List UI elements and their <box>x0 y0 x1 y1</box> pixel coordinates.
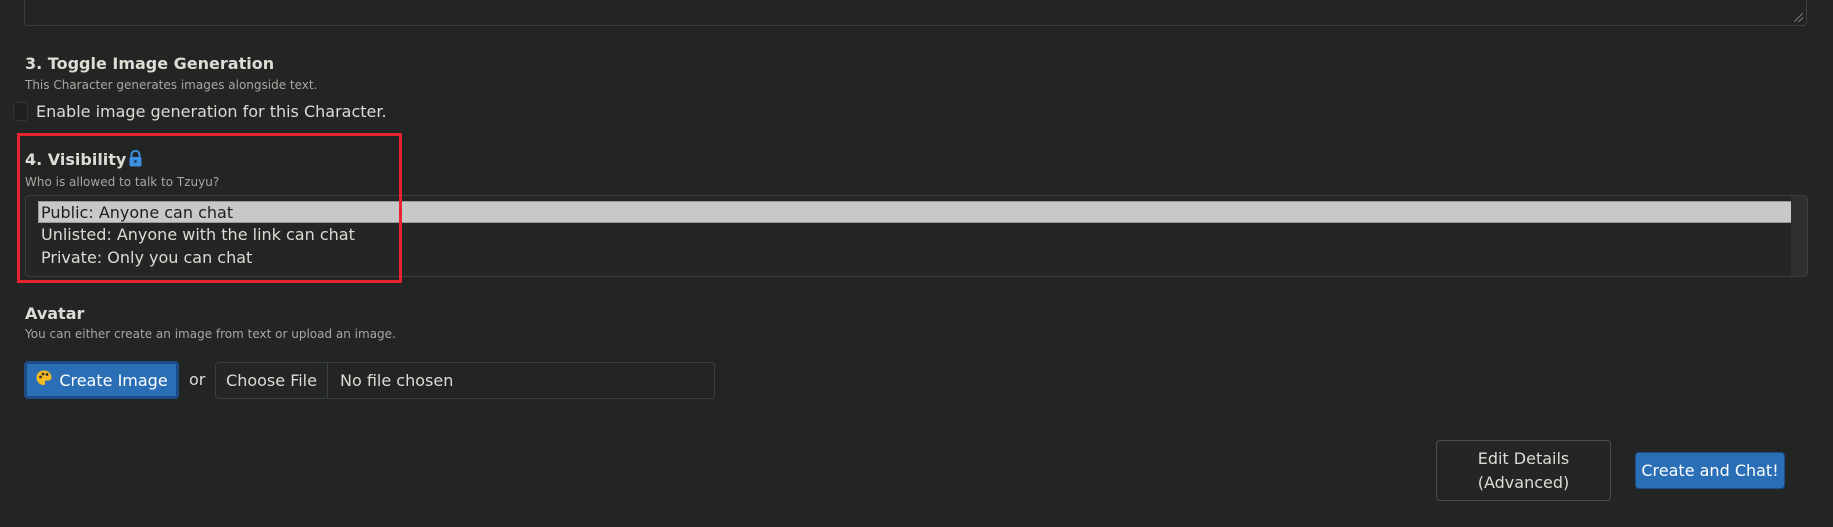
visibility-title-text: 4. Visibility <box>25 150 127 169</box>
visibility-option-private[interactable]: Private: Only you can chat <box>39 247 252 269</box>
avatar-file-input[interactable]: Choose File No file chosen <box>215 362 715 399</box>
create-and-chat-button[interactable]: Create and Chat! <box>1635 452 1785 489</box>
character-form: 3. Toggle Image Generation This Characte… <box>0 0 1833 527</box>
image-generation-checkbox[interactable] <box>13 101 28 121</box>
section-toggle-image-title: 3. Toggle Image Generation <box>25 54 275 73</box>
section-toggle-image-description: This Character generates images alongsid… <box>25 78 318 92</box>
listbox-scrollbar[interactable] <box>1791 196 1807 276</box>
resize-grip-icon[interactable] <box>1794 13 1803 22</box>
create-image-button[interactable]: Create Image <box>24 361 179 399</box>
previous-textarea[interactable] <box>24 0 1807 26</box>
create-image-label: Create Image <box>59 370 168 390</box>
section-visibility-description: Who is allowed to talk to Tzuyu? <box>25 175 220 189</box>
visibility-option-unlisted[interactable]: Unlisted: Anyone with the link can chat <box>39 224 355 246</box>
palette-icon <box>35 369 53 391</box>
choose-file-button[interactable]: Choose File <box>216 363 328 398</box>
image-generation-toggle-row[interactable]: Enable image generation for this Charact… <box>13 100 387 122</box>
visibility-listbox[interactable]: Public: Anyone can chat Unlisted: Anyone… <box>25 195 1808 277</box>
avatar-title: Avatar <box>25 304 85 323</box>
file-status-text: No file chosen <box>340 371 454 390</box>
or-separator: or <box>189 370 206 389</box>
avatar-description: You can either create an image from text… <box>25 327 396 341</box>
lock-icon <box>128 149 143 171</box>
image-generation-checkbox-label[interactable]: Enable image generation for this Charact… <box>36 102 387 121</box>
edit-details-advanced-button[interactable]: Edit Details (Advanced) <box>1436 440 1611 501</box>
section-visibility-title: 4. Visibility <box>25 149 143 171</box>
visibility-option-public[interactable]: Public: Anyone can chat <box>38 201 1804 223</box>
